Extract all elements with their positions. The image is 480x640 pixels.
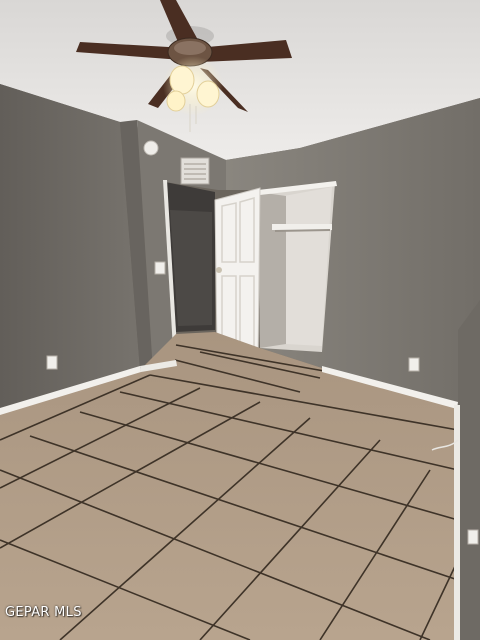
door-knob[interactable]: [216, 267, 222, 273]
room-photo: GEPAR MLS: [0, 0, 480, 640]
right-wall: [458, 300, 480, 640]
air-vent-icon: [180, 157, 210, 185]
light-switch-icon[interactable]: [154, 261, 166, 275]
mls-watermark: GEPAR MLS: [5, 605, 82, 620]
room-illustration: [0, 0, 480, 640]
closet-shelf: [272, 224, 332, 230]
smoke-detector-icon: [143, 140, 159, 156]
left-wall: [0, 84, 140, 412]
closet-side-shadow: [258, 192, 286, 348]
closet-rod: [274, 229, 331, 232]
